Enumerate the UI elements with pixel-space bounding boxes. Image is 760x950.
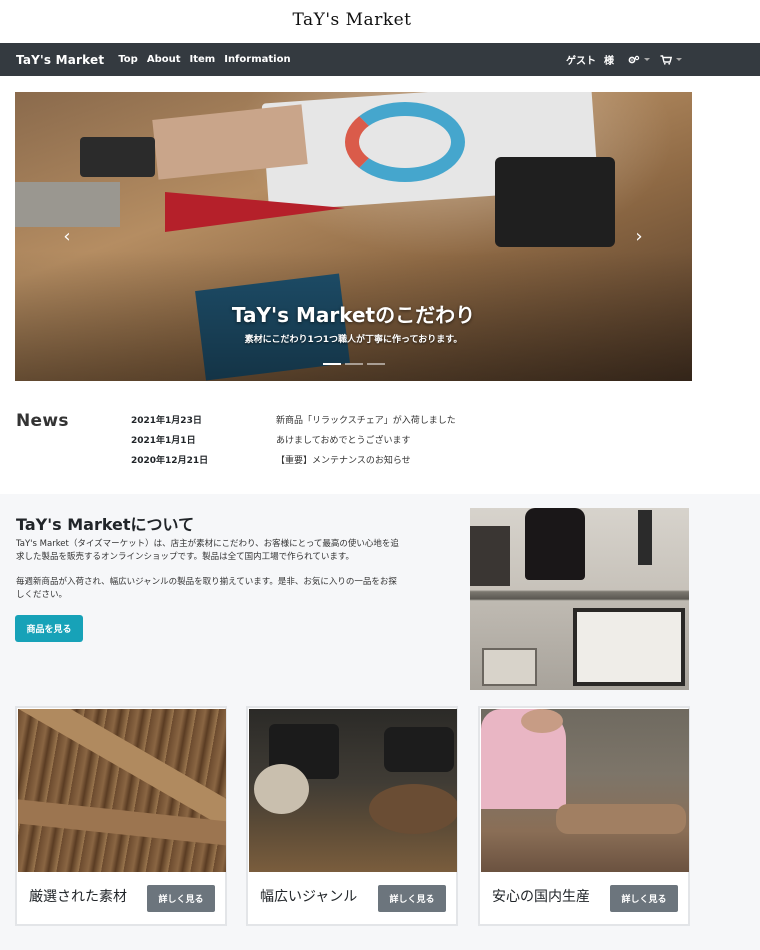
honorific-label: 様: [604, 56, 614, 67]
feature-card-domestic: 安心の国内生産 詳しく見る: [478, 706, 690, 926]
about-paragraph-1-line-1: TaY's Market（タイズマーケット）は、店主が素材にこだわり、お客様にと…: [16, 539, 399, 549]
about-paragraph-2: 毎週新商品が入荷され、幅広いジャンルの製品を取り揃えています。是非、お気に入りの…: [16, 576, 462, 602]
card-details-button[interactable]: 詳しく見る: [610, 885, 678, 912]
card-image-tableware: [249, 709, 457, 872]
about-paragraph-2-line-1: 毎週新商品が入荷され、幅広いジャンルの製品を取り揃えています。是非、お気に入りの…: [16, 577, 397, 587]
card-title: 安心の国内生産: [492, 889, 590, 905]
about-paragraph-1-line-2: 求した製品を販売するオンラインショップです。製品は全て国内工場で作られています。: [16, 552, 355, 562]
card-image-craftsman: [481, 709, 689, 872]
nav-link-top[interactable]: Top: [118, 54, 138, 65]
feature-card-genres: 幅広いジャンル 詳しく見る: [246, 706, 458, 926]
news-item: 2020年12月21日 【重要】メンテナンスのお知らせ: [131, 449, 456, 469]
about-paragraph-2-line-2: しください。: [16, 590, 68, 600]
feature-card-materials: 厳選された素材 詳しく見る: [15, 706, 227, 926]
card-image-basket: [254, 764, 309, 814]
guest-label: ゲスト: [566, 56, 596, 67]
about-photo: [470, 508, 689, 690]
carousel-caption-text: 素材にこだわり1つ1つ職人が丁寧に作っております。: [244, 335, 463, 345]
nav-link-about[interactable]: About: [147, 54, 181, 65]
carousel-indicator-2[interactable]: [345, 363, 363, 365]
about-photo-box: [482, 648, 537, 686]
settings-dropdown[interactable]: [628, 55, 650, 65]
card-title: 厳選された素材: [29, 889, 127, 905]
card-title: 幅広いジャンル: [260, 889, 358, 905]
news-link[interactable]: あけましておめでとうございます: [276, 433, 410, 446]
hero-carousel: ‹ › TaY's Marketのこだわり 素材にこだわり1つ1つ職人が丁寧に作…: [15, 92, 692, 381]
carousel-prev[interactable]: ‹: [52, 222, 82, 252]
card-details-button[interactable]: 詳しく見る: [147, 885, 215, 912]
carousel-indicator-3[interactable]: [367, 363, 385, 365]
news-date: 2020年12月21日: [131, 455, 209, 466]
gears-icon: [628, 55, 640, 63]
chevron-down-icon: [644, 58, 650, 61]
card-image-hands: [556, 804, 686, 834]
view-products-button[interactable]: 商品を見る: [15, 615, 83, 642]
news-heading: News: [16, 411, 69, 431]
news-item: 2021年1月23日 新商品「リラックスチェア」が入荷しました: [131, 409, 456, 429]
news-date: 2021年1月1日: [131, 435, 196, 446]
cart-icon: [660, 54, 672, 65]
carousel-indicators: [321, 363, 387, 365]
card-image-wood: [18, 709, 226, 872]
news-date: 2021年1月23日: [131, 415, 202, 426]
carousel-indicator-1[interactable]: [323, 363, 341, 365]
about-photo-jacket: [525, 508, 585, 580]
about-paragraph-1: TaY's Market（タイズマーケット）は、店主が素材にこだわり、お客様にと…: [16, 538, 462, 564]
news-list: 2021年1月23日 新商品「リラックスチェア」が入荷しました 2021年1月1…: [131, 409, 456, 469]
about-title: TaY's Marketについて: [16, 515, 195, 534]
card-image-plate: [369, 784, 457, 834]
navbar-user-area: ゲスト 様: [566, 43, 692, 76]
navbar-brand[interactable]: TaY's Market: [16, 53, 104, 67]
about-photo-pennant: [638, 510, 652, 565]
news-link[interactable]: 新商品「リラックスチェア」が入荷しました: [276, 413, 456, 426]
card-details-button[interactable]: 詳しく見る: [378, 885, 446, 912]
card-image-head: [521, 709, 563, 733]
site-title: TaY's Market: [292, 10, 412, 30]
about-photo-picture: [573, 608, 685, 686]
about-section: TaY's Marketについて TaY's Market（タイズマーケット）は…: [0, 494, 760, 950]
news-link[interactable]: 【重要】メンテナンスのお知らせ: [276, 453, 411, 466]
navbar: TaY's Market Top About Item Information …: [0, 43, 760, 76]
about-photo-frame: [470, 526, 510, 586]
news-item: 2021年1月1日 あけましておめでとうございます: [131, 429, 456, 449]
carousel-caption-title: TaY's Marketのこだわり: [231, 303, 476, 327]
nav-link-item[interactable]: Item: [190, 54, 216, 65]
nav-link-information[interactable]: Information: [224, 54, 290, 65]
chevron-down-icon: [676, 58, 682, 61]
carousel-next[interactable]: ›: [624, 222, 654, 252]
card-image-bowl: [384, 727, 454, 772]
cart-dropdown[interactable]: [660, 54, 682, 65]
